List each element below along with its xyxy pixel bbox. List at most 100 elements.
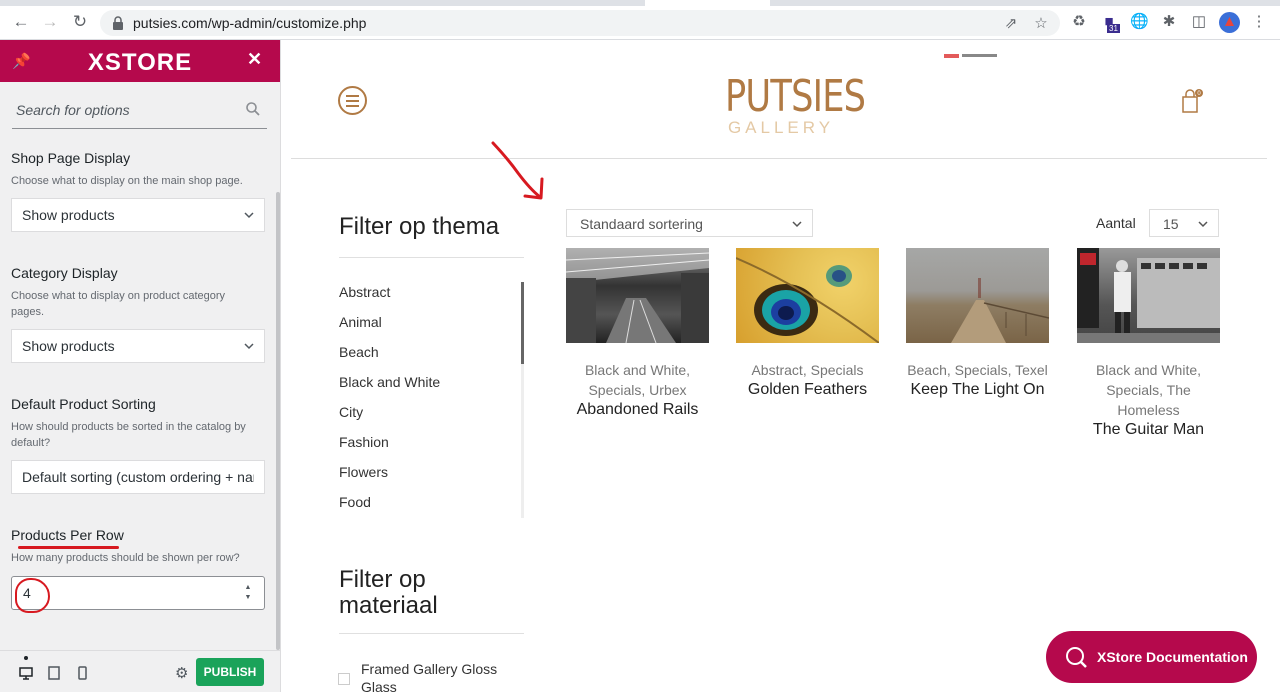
tab-strip: [0, 0, 1280, 6]
xstore-documentation-button[interactable]: XStore Documentation: [1046, 631, 1257, 683]
product-image[interactable]: [736, 248, 879, 343]
option-description: Choose what to display on product catego…: [11, 290, 226, 318]
material-checkbox[interactable]: [338, 673, 350, 685]
doc-button-label: XStore Documentation: [1097, 649, 1248, 665]
product-name[interactable]: Keep The Light On: [906, 380, 1049, 400]
product-card[interactable]: Beach, Specials, Texel Keep The Light On: [906, 248, 1049, 400]
star-icon[interactable]: ☆: [1032, 15, 1050, 33]
option-description: Choose what to display on the main shop …: [11, 175, 243, 187]
customizer-header: 📌 XSTORE ✕: [0, 40, 280, 82]
filter-item[interactable]: Beach: [339, 344, 379, 360]
chevron-down-icon: [244, 212, 254, 219]
spinner-icon[interactable]: ▲ ▼: [243, 583, 253, 605]
reload-icon[interactable]: ↻: [70, 12, 90, 32]
filter-material-title: Filter op materiaal: [339, 566, 438, 619]
publish-button[interactable]: PUBLISH: [196, 658, 264, 686]
logo-main-text: PUTSIES: [725, 71, 866, 122]
filter-scrollbar[interactable]: [521, 282, 524, 518]
option-title: Shop Page Display: [11, 150, 131, 166]
product-image[interactable]: [566, 248, 709, 343]
annotation-underline: [18, 546, 119, 549]
filter-divider: [339, 633, 524, 634]
product-categories: Abstract, Specials: [751, 362, 864, 378]
sidepanel-icon[interactable]: ◫: [1190, 13, 1208, 31]
site-logo[interactable]: PUTSIES GALLERY: [711, 71, 866, 138]
option-title: Default Product Sorting: [11, 396, 156, 412]
annotation-arrow: [491, 141, 544, 200]
chevron-down-icon: [1198, 221, 1208, 228]
active-device-dot: [24, 656, 28, 660]
hamburger-menu-icon[interactable]: [338, 86, 367, 115]
select-value: Show products: [22, 207, 115, 223]
url-text: putsies.com/wp-admin/customize.php: [133, 15, 367, 31]
recycle-icon[interactable]: ♻: [1070, 13, 1088, 31]
back-icon[interactable]: ←: [11, 12, 31, 32]
filter-item[interactable]: Animal: [339, 314, 382, 330]
search-icon: [1066, 647, 1087, 668]
forward-icon[interactable]: →: [40, 12, 60, 32]
calendar-badge: 31: [1107, 24, 1120, 33]
search-icon: [246, 102, 260, 116]
lock-icon: [113, 16, 123, 30]
filter-item[interactable]: Fashion: [339, 434, 389, 450]
product-image[interactable]: [906, 248, 1049, 343]
product-categories: Black and White, Specials, The Homeless: [1095, 362, 1202, 418]
per-page-label: Aantal: [1096, 215, 1136, 231]
shop-page-display-select[interactable]: Show products: [11, 198, 265, 232]
category-display-select[interactable]: Show products: [11, 329, 265, 363]
cart-icon[interactable]: 0: [1181, 88, 1203, 114]
annotation-circle: [15, 578, 50, 613]
language-flag[interactable]: [944, 54, 1004, 60]
filter-theme-title: Filter op thema: [339, 213, 500, 240]
address-bar[interactable]: putsies.com/wp-admin/customize.php ⇗ ☆: [100, 10, 1060, 36]
product-name[interactable]: Golden Feathers: [736, 380, 879, 400]
filter-item[interactable]: Food: [339, 494, 371, 510]
filter-item[interactable]: City: [339, 404, 363, 420]
product-name[interactable]: Abandoned Rails: [566, 400, 709, 420]
select-value: Default sorting (custom ordering + name): [22, 469, 254, 485]
product-card[interactable]: Black and White, Specials, The Homeless …: [1077, 248, 1220, 440]
product-card[interactable]: Abstract, Specials Golden Feathers: [736, 248, 879, 400]
product-card[interactable]: Black and White, Specials, Urbex Abandon…: [566, 248, 709, 420]
per-page-value: 15: [1163, 216, 1179, 232]
filter-divider: [339, 257, 524, 258]
filter-item[interactable]: Abstract: [339, 284, 390, 300]
active-tab[interactable]: [645, 0, 770, 6]
option-description: How should products be sorted in the cat…: [11, 421, 246, 449]
header-divider: [291, 158, 1267, 159]
site-preview: PUTSIES GALLERY 0 Filter op thema Abstra…: [281, 40, 1280, 695]
option-description: How many products should be shown per ro…: [11, 552, 240, 564]
menu-dots-icon[interactable]: ⋮: [1250, 13, 1268, 31]
gear-icon[interactable]: ⚙: [175, 664, 188, 682]
browser-toolbar: ← → ↻ putsies.com/wp-admin/customize.php…: [0, 0, 1280, 40]
chevron-down-icon: [792, 221, 802, 228]
product-categories: Beach, Specials, Texel: [907, 362, 1048, 378]
sort-select[interactable]: Standaard sortering: [566, 209, 813, 237]
product-categories: Black and White, Specials, Urbex: [584, 362, 691, 398]
filter-item[interactable]: Black and White: [339, 374, 440, 390]
share-icon[interactable]: ⇗: [1002, 15, 1020, 33]
customizer-footer: ⚙ PUBLISH: [0, 650, 280, 692]
desktop-icon[interactable]: [19, 665, 33, 681]
profile-avatar[interactable]: [1219, 12, 1240, 33]
search-input[interactable]: Search for options: [12, 95, 267, 129]
globe-icon[interactable]: 🌐: [1130, 13, 1149, 31]
close-icon[interactable]: ✕: [247, 49, 262, 70]
chevron-down-icon: [244, 343, 254, 350]
sort-value: Standaard sortering: [580, 216, 703, 232]
search-placeholder: Search for options: [16, 102, 130, 118]
option-title: Products Per Row: [11, 527, 124, 543]
per-page-select[interactable]: 15: [1149, 209, 1219, 237]
select-value: Show products: [22, 338, 115, 354]
sidebar-scrollbar[interactable]: [276, 192, 280, 650]
material-item[interactable]: Framed Gallery Gloss Glass: [361, 660, 511, 696]
puzzle-icon[interactable]: ✱: [1160, 13, 1178, 31]
product-name[interactable]: The Guitar Man: [1077, 420, 1220, 440]
tablet-icon[interactable]: [47, 665, 61, 681]
option-title: Category Display: [11, 265, 118, 281]
default-sorting-select[interactable]: Default sorting (custom ordering + name): [11, 460, 265, 494]
brand-logo: XSTORE: [87, 49, 193, 76]
filter-item[interactable]: Flowers: [339, 464, 388, 480]
product-image[interactable]: [1077, 248, 1220, 343]
mobile-icon[interactable]: [75, 665, 89, 681]
